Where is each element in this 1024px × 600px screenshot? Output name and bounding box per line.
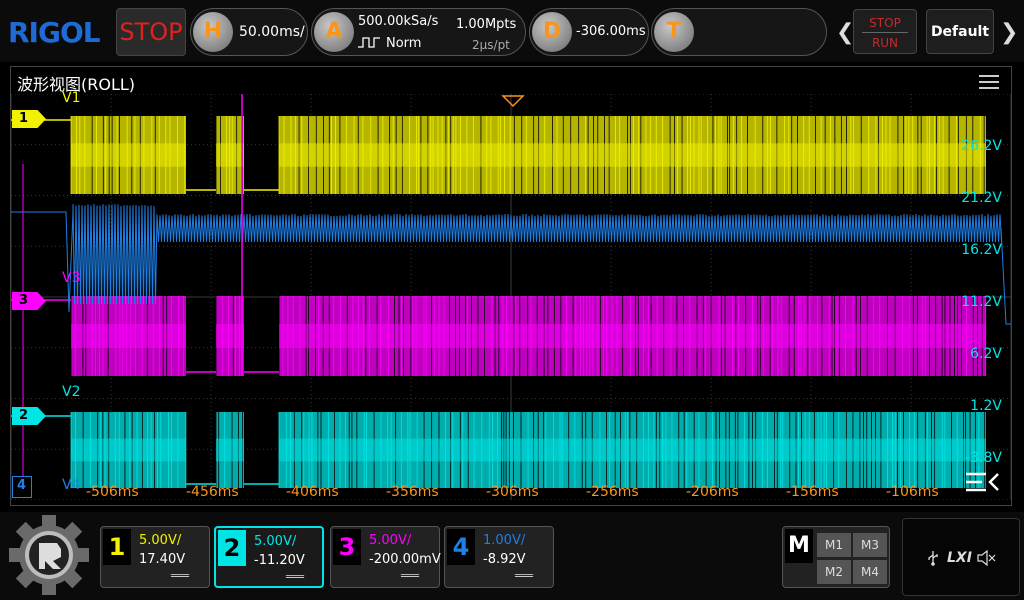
channel-offset: -8.92V (483, 552, 526, 567)
volt-scale-label: -3.8V (965, 450, 1002, 466)
ch1-trace (11, 116, 986, 194)
waveform-grid[interactable] (11, 94, 1011, 500)
speaker-muted-icon[interactable] (977, 550, 997, 566)
v1-label: V1 (62, 90, 81, 106)
channel-number: 4 (447, 529, 475, 565)
stop-run-button[interactable]: STOP RUN (853, 9, 917, 54)
channel-scale: 5.00V/ (139, 533, 182, 548)
chevron-left-icon[interactable]: ❮ (836, 20, 854, 45)
bottom-toolbar: 1 5.00V/ 17.40V ═══ 2 5.00V/ -11.20V ═══… (0, 512, 1024, 600)
channel-scale: 5.00V/ (369, 533, 412, 548)
volt-scale-label: 1.2V (970, 398, 1002, 414)
dc-coupling-icon: ═══ (401, 571, 420, 582)
memory-depth: 1.00Mpts (456, 17, 517, 32)
trigger-icon: T (654, 12, 694, 52)
rigol-logo: RIGOL (8, 16, 101, 49)
channel-number: 2 (218, 530, 246, 566)
volt-scale-label: 21.2V (961, 190, 1002, 206)
trigger-position-marker (501, 95, 525, 108)
volt-scale-label: 11.2V (961, 294, 1002, 310)
top-toolbar: RIGOL STOP H 50.00ms/ A 500.00kSa/s 1.00… (0, 0, 1024, 62)
chevron-right-icon[interactable]: ❯ (1000, 20, 1018, 45)
channel-number: 1 (103, 529, 131, 565)
time-axis-label: -506ms (86, 484, 139, 500)
ch4-marker[interactable]: 4 (12, 476, 32, 498)
delay-icon: D (532, 12, 572, 52)
channel-1-settings[interactable]: 1 5.00V/ 17.40V ═══ (100, 526, 210, 588)
time-axis-label: -306ms (486, 484, 539, 500)
acquire-mode-icon (358, 37, 380, 48)
default-button[interactable]: Default (926, 9, 994, 54)
channel-offset: -11.20V (254, 553, 305, 568)
v4-label: V4 (62, 477, 81, 493)
channel-4-settings[interactable]: 4 1.00V/ -8.92V ═══ (444, 526, 554, 588)
ch2-trace (11, 412, 986, 488)
v3-label: V3 (62, 270, 81, 286)
dc-coupling-icon: ═══ (286, 572, 305, 583)
delay-value: -306.00ms (576, 24, 646, 39)
stop-status-button[interactable]: STOP (116, 8, 186, 56)
gear-menu-icon[interactable] (8, 514, 90, 596)
menu-icon[interactable] (979, 75, 999, 89)
time-axis-label: -406ms (286, 484, 339, 500)
lxi-label: LXI (947, 550, 972, 566)
time-axis-label: -356ms (386, 484, 439, 500)
channel-scale: 5.00V/ (254, 534, 297, 549)
math-label: M (785, 529, 813, 563)
timebase-value: 50.00ms/ (239, 24, 305, 40)
channel-number: 3 (333, 529, 361, 565)
math-menu[interactable]: M M1 M3 M2 M4 (782, 526, 890, 588)
stop-label: STOP (862, 16, 908, 33)
dc-coupling-icon: ═══ (515, 571, 534, 582)
time-axis-label: -256ms (586, 484, 639, 500)
delay-settings[interactable]: D -306.00ms (529, 8, 649, 56)
m4-button[interactable]: M4 (853, 560, 887, 584)
sample-interval: 2μs/pt (472, 38, 510, 52)
time-axis-label: -456ms (186, 484, 239, 500)
channel-scale: 1.00V/ (483, 533, 526, 548)
volt-scale-label: 6.2V (970, 346, 1002, 362)
volt-scale-label: 16.2V (961, 242, 1002, 258)
channel-offset: -200.00mV (369, 552, 441, 567)
m1-button[interactable]: M1 (817, 533, 851, 557)
status-area: LXI (902, 518, 1020, 596)
channel-2-settings[interactable]: 2 5.00V/ -11.20V ═══ (214, 526, 324, 588)
acquire-icon: A (314, 12, 354, 52)
usb-icon (928, 551, 938, 566)
acquire-settings[interactable]: A 500.00kSa/s 1.00Mpts Norm 2μs/pt (311, 8, 526, 56)
ch3-trace (11, 296, 987, 376)
channel-3-settings[interactable]: 3 5.00V/ -200.00mV ═══ (330, 526, 441, 588)
v2-label: V2 (62, 384, 81, 400)
channel-offset: 17.40V (139, 552, 186, 567)
m2-button[interactable]: M2 (817, 560, 851, 584)
time-axis-label: -206ms (686, 484, 739, 500)
m3-button[interactable]: M3 (853, 533, 887, 557)
time-axis-label: -156ms (786, 484, 839, 500)
horizontal-icon: H (193, 12, 233, 52)
dc-coupling-icon: ═══ (171, 571, 190, 582)
volt-scale-label: 26.2V (961, 138, 1002, 154)
trigger-settings[interactable]: T (651, 8, 827, 56)
collapse-menu-icon[interactable] (964, 470, 1000, 496)
horizontal-settings[interactable]: H 50.00ms/ (190, 8, 308, 56)
run-label: RUN (871, 36, 899, 50)
sample-rate: 500.00kSa/s (358, 14, 439, 29)
acquire-mode: Norm (386, 36, 422, 51)
time-axis-label: -106ms (886, 484, 939, 500)
